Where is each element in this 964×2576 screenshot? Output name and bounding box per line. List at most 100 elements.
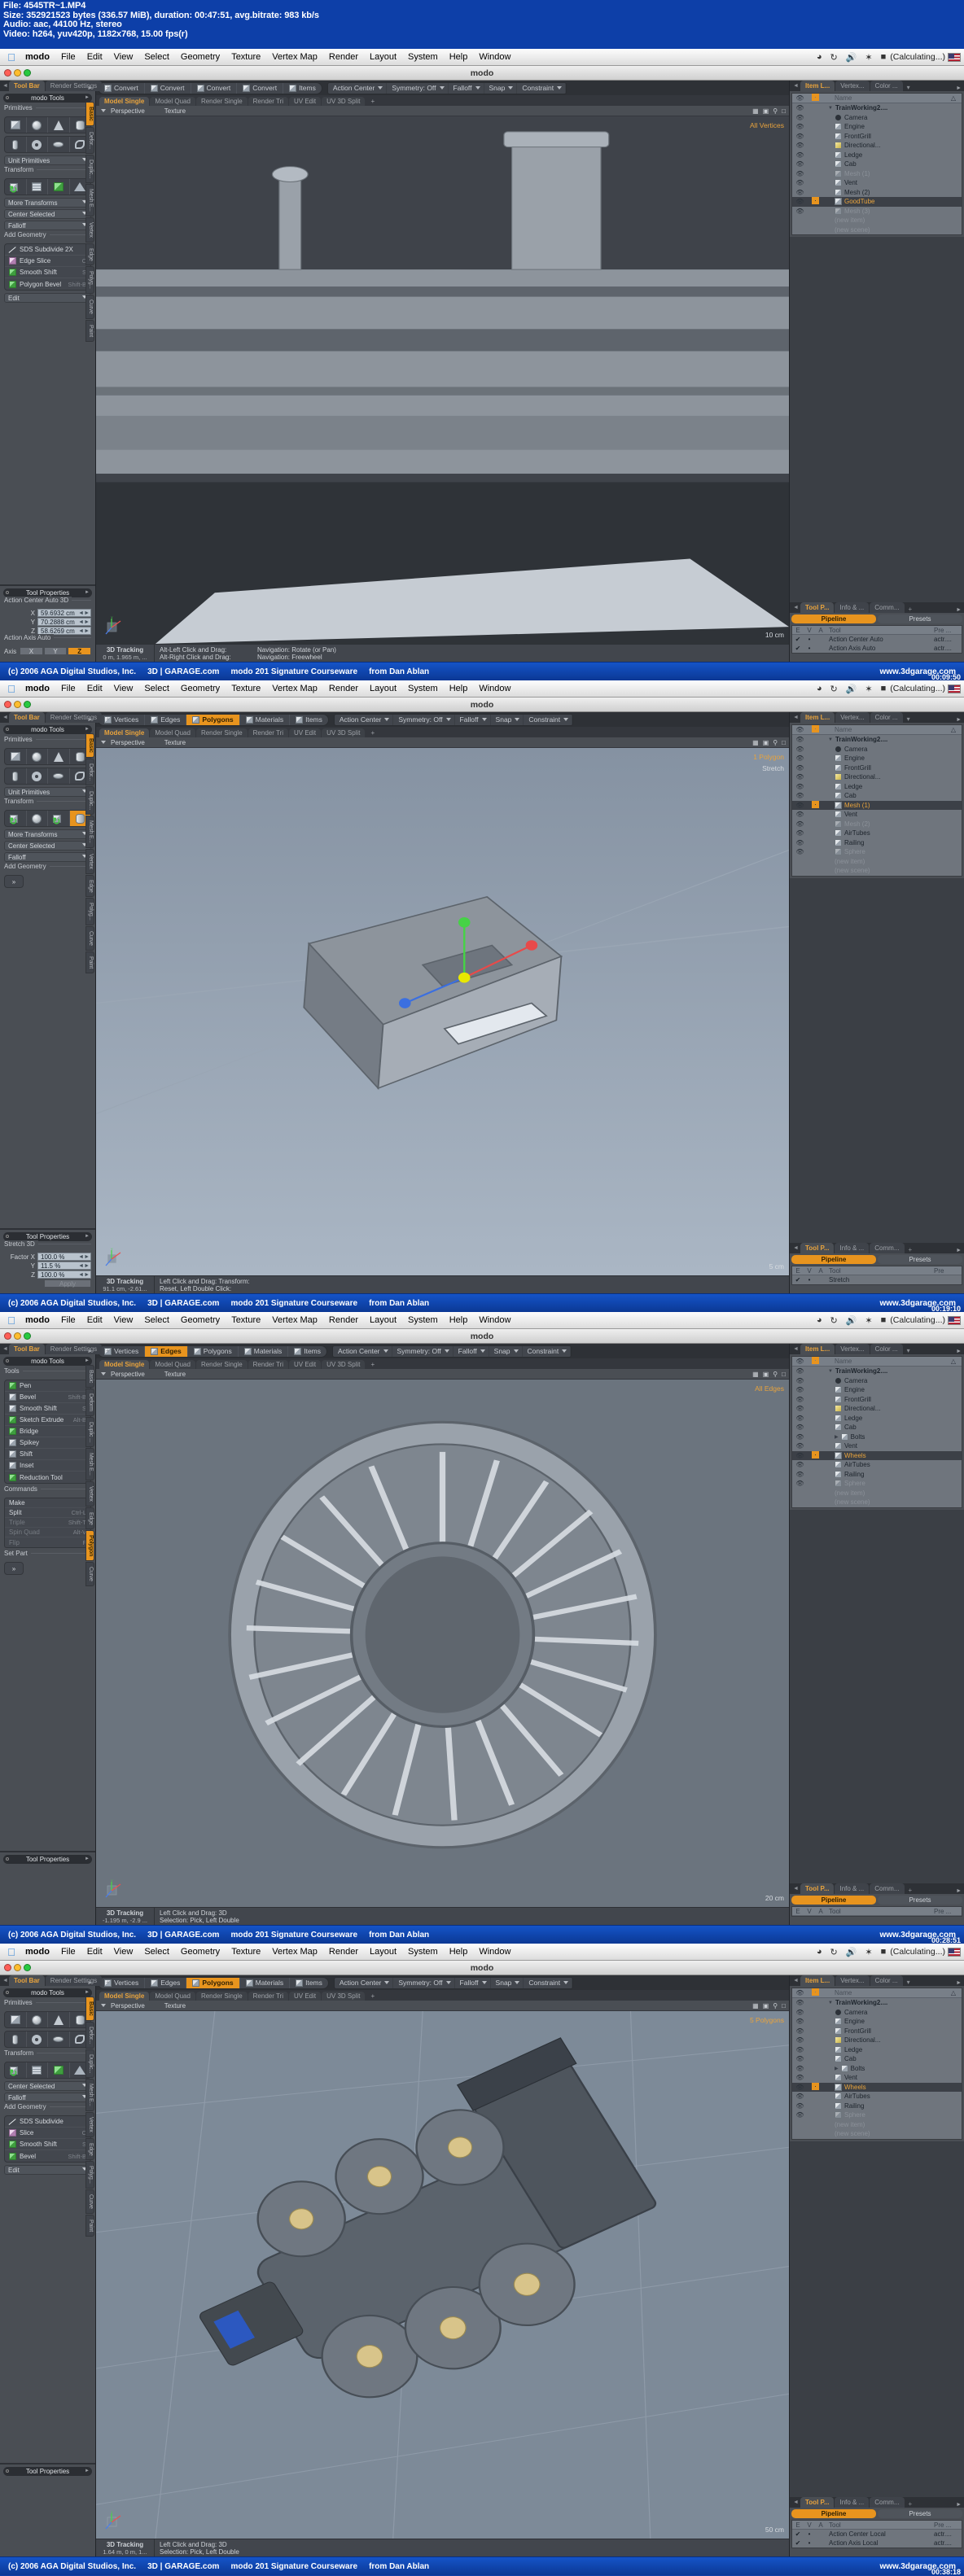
visibility-toggle[interactable]: 👁	[792, 764, 808, 772]
layout-tab-strip[interactable]: Model Single Model Quad Render Single Rende…	[96, 1358, 789, 1369]
layout-tab-model-single[interactable]: Model Single	[99, 1992, 150, 2001]
layout-tab-uv-edit[interactable]: UV Edit	[289, 97, 322, 106]
item-list-row[interactable]: 👁 AirTubes	[792, 1460, 962, 1470]
item-name-cell[interactable]: Wheels	[823, 1451, 962, 1459]
prop-row[interactable]: Z 100.0 % ◄►	[4, 1271, 91, 1279]
item-list-row[interactable]: 👁 Vent	[792, 2073, 962, 2083]
bluetooth-icon[interactable]: ✶	[861, 1315, 876, 1326]
mac-menu-bar[interactable]:  modoFileEditViewSelectGeometryTextureV…	[0, 680, 964, 698]
left-tab-render-settings[interactable]: Render Settings	[45, 1975, 103, 1986]
visibility-toggle[interactable]: 👁	[792, 179, 808, 186]
right-tab-menu-icon[interactable]: ▾	[904, 84, 914, 91]
item-name-cell[interactable]: (new scene)	[823, 867, 962, 874]
right-tab-vertex[interactable]: Vertex...	[835, 1975, 870, 1986]
enabled-check[interactable]: ✔	[792, 645, 804, 652]
twisty-icon[interactable]: ▼	[828, 106, 833, 111]
right-panel[interactable]: ◄ Item L... Vertex... Color ... ▾ ► 👁 Name △ …	[789, 81, 964, 662]
item-name-cell[interactable]: Railing	[823, 1470, 962, 1478]
visibility-toggle[interactable]: 👁	[792, 1415, 808, 1422]
right-tab-vertex[interactable]: Vertex...	[835, 1344, 870, 1354]
menu-vertex-map[interactable]: Vertex Map	[266, 1315, 323, 1325]
dropdown-action-center[interactable]: Action Center	[328, 82, 388, 94]
tool-item-inset[interactable]: Inset	[5, 1460, 90, 1472]
mode-button-edges[interactable]: Edges	[145, 714, 187, 725]
menu-edit[interactable]: Edit	[81, 1947, 108, 1957]
pipeline-table[interactable]: EVA Tool Pre ✔ • Stretch	[791, 1266, 962, 1285]
vtab-polyg[interactable]: Polyg...	[85, 266, 94, 294]
sync-icon[interactable]: ↻	[826, 52, 842, 63]
br-scroll-left-icon[interactable]: ◄	[792, 602, 800, 613]
visibility-toggle[interactable]: 👁	[792, 802, 808, 809]
visibility-toggle[interactable]: 👁	[792, 2036, 808, 2044]
left-tab-tool-bar[interactable]: Tool Bar	[8, 712, 45, 723]
tab-scroll-right-icon[interactable]: ►	[87, 717, 93, 723]
transform-row-1-btn-1[interactable]	[27, 179, 48, 195]
bottom-right-tab-strip[interactable]: ◄ Tool P... Info & ... Comm... + ►	[790, 602, 964, 613]
menu-window[interactable]: Window	[473, 684, 516, 693]
item-list-row[interactable]: 👁 Directional...	[792, 772, 962, 782]
twisty-icon[interactable]: ▶	[835, 2066, 839, 2071]
menu-app-name[interactable]: modo	[20, 684, 55, 693]
vtab-polygon[interactable]: Polygon	[85, 1530, 94, 1562]
visibility-toggle[interactable]: 👁	[792, 104, 808, 112]
camera-icon[interactable]: ▣	[763, 1371, 769, 1378]
tool-properties-panel[interactable]: Tool Properties ► Action Center Auto 3D X…	[0, 584, 95, 662]
item-list-row[interactable]: 👁 Mesh (1)	[792, 169, 962, 179]
tool-item-pen[interactable]: Pen	[5, 1380, 90, 1392]
layout-tab-render-tri[interactable]: Render Tri	[248, 728, 288, 737]
left-tab-strip[interactable]: ◄ Tool Bar Render Settings + ►	[0, 1975, 110, 1986]
menu-view[interactable]: View	[108, 1947, 139, 1957]
item-list-row[interactable]: 👁 FrontGrill	[792, 2027, 962, 2036]
bottom-right-tab-info[interactable]: Info & ...	[835, 602, 870, 613]
visibility-toggle[interactable]: 👁	[792, 839, 808, 846]
maximize-icon[interactable]: □	[782, 107, 786, 115]
tool-item-shift[interactable]: Shift	[5, 1449, 90, 1460]
visibility-toggle[interactable]: 👁	[792, 2009, 808, 2016]
dropdown-falloff[interactable]: Falloff	[455, 714, 491, 725]
mode-button-convert[interactable]: Convert	[145, 82, 191, 94]
visibility-toggle[interactable]: 👁	[792, 198, 808, 205]
layout-tab-model-quad[interactable]: Model Quad	[150, 1360, 195, 1369]
left-panel[interactable]: ◄ Tool Bar Render Settings + ► modo Tools ► P…	[0, 81, 110, 662]
item-list-row[interactable]: 👁 Cab	[792, 160, 962, 169]
visibility-toggle[interactable]: 👁	[792, 1480, 808, 1487]
vtab-curve[interactable]: Curve	[85, 2189, 94, 2214]
layout-tab-model-single[interactable]: Model Single	[99, 1360, 150, 1369]
mode-button-items[interactable]: Items	[283, 83, 322, 94]
visibility-toggle[interactable]: 👁	[792, 820, 808, 828]
vtab-vertex[interactable]: Vertex	[85, 848, 94, 874]
vtab-basic[interactable]: Basic	[85, 102, 94, 126]
visibility-toggle[interactable]: 👁	[792, 2027, 808, 2035]
dropdown-falloff[interactable]: Falloff	[4, 852, 91, 862]
menu-help[interactable]: Help	[444, 1947, 474, 1957]
primitive-row-2-btn-2[interactable]	[48, 768, 70, 784]
tool-item-bevel[interactable]: Bevel Shift-B	[5, 2150, 90, 2162]
item-list-row[interactable]: 👁 Wheels	[792, 1450, 962, 1460]
selection-mode-group[interactable]: Vertices Edges Polygons Materials Items	[98, 713, 329, 726]
vtab-edge[interactable]: Edge	[85, 2137, 94, 2161]
layout-tab-strip[interactable]: Model Single Model Quad Render Single Rende…	[96, 727, 789, 737]
visibility-toggle[interactable]: 👁	[792, 160, 808, 168]
apple-logo-icon[interactable]: 	[3, 1314, 20, 1327]
visibility-toggle[interactable]: 👁	[792, 142, 808, 149]
item-name-cell[interactable]: Ledge	[823, 782, 962, 790]
visibility-toggle[interactable]: 👁	[792, 848, 808, 855]
transform-row-1[interactable]	[4, 2062, 91, 2079]
item-name-cell[interactable]: FrontGrill	[823, 132, 962, 140]
visibility-toggle[interactable]: 👁	[792, 1471, 808, 1478]
layout-tab-uv-3d-split[interactable]: UV 3D Split	[322, 97, 366, 106]
item-name-cell[interactable]: Mesh (1)	[823, 801, 962, 809]
bottom-right-tab-comm[interactable]: Comm...	[870, 602, 905, 613]
window-title-bar[interactable]: modo	[0, 1329, 964, 1344]
transform-row-1-btn-2[interactable]	[48, 2062, 70, 2078]
vtab-polyg[interactable]: Polyg...	[85, 898, 94, 925]
visibility-toggle[interactable]: 👁	[792, 2102, 808, 2110]
layout-tab-model-quad[interactable]: Model Quad	[150, 97, 195, 106]
wifi-icon[interactable]: ◕	[813, 1947, 826, 1957]
dropdown-symmetry[interactable]: Symmetry: Off	[393, 1977, 455, 1988]
primitive-row-1-btn-0[interactable]	[5, 2012, 27, 2027]
left-tab-tool-bar[interactable]: Tool Bar	[8, 1344, 45, 1354]
item-list-row[interactable]: 👁 Camera	[792, 2008, 962, 2018]
dropdown-constraint[interactable]: Constraint	[524, 1977, 573, 1988]
right-tab-strip[interactable]: ◄ Item L... Vertex... Color ... ▾ ►	[790, 712, 964, 723]
